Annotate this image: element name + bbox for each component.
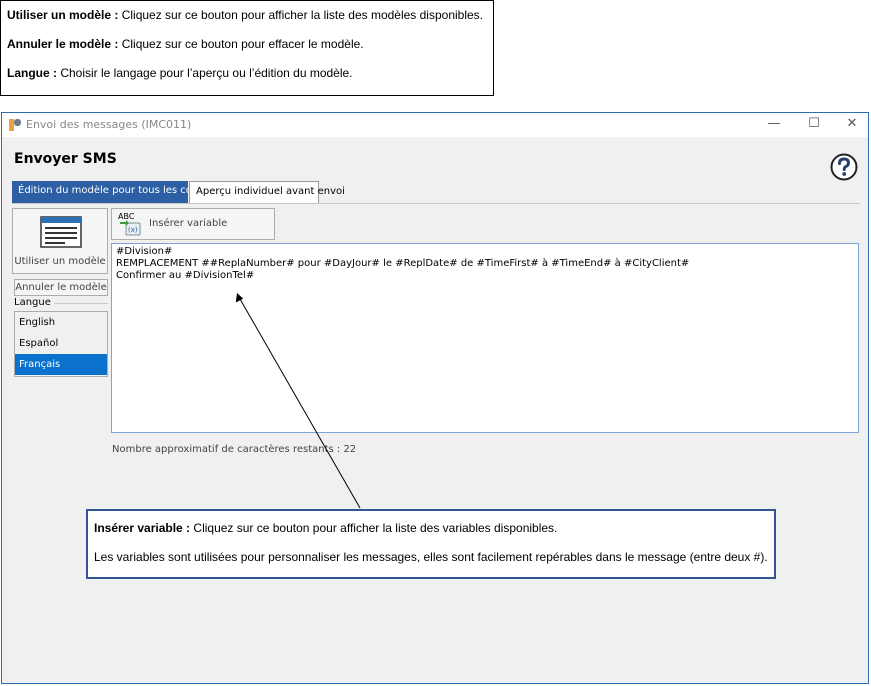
minimize-button[interactable]: —	[754, 113, 794, 137]
use-template-button[interactable]: Utiliser un modèle	[12, 208, 108, 274]
tab-divider	[12, 203, 860, 204]
page-title: Envoyer SMS	[14, 151, 117, 167]
help-question-icon[interactable]	[830, 153, 858, 181]
bottom-callout: Insérer variable : Cliquez sur ce bouton…	[86, 509, 776, 579]
tab-individual-preview[interactable]: Aperçu individuel avant envoi	[189, 181, 345, 203]
language-item-english[interactable]: English	[15, 312, 107, 333]
tab-template-edit[interactable]: Édition du modèle pour tous les contacts	[12, 181, 223, 203]
language-group-label: Langue	[14, 297, 54, 308]
callout-cancel-template: Annuler le modèle : Cliquez sur ce bouto…	[7, 37, 364, 51]
app-window: Envoi des messages (IMC011) — ☐ ✕ Envoye…	[1, 112, 869, 684]
close-button[interactable]: ✕	[832, 113, 868, 137]
insert-variable-label: Insérer variable	[149, 218, 228, 229]
remaining-characters-counter: Nombre approximatif de caractères restan…	[112, 444, 357, 455]
insert-icon-abc-text: ABC	[118, 212, 135, 221]
message-editor[interactable]: #Division# REMPLACEMENT ##ReplaNumber# p…	[111, 243, 859, 433]
window-title: Envoi des messages (IMC011)	[26, 118, 192, 131]
title-bar: Envoi des messages (IMC011) — ☐ ✕	[2, 113, 868, 137]
callout-use-template: Utiliser un modèle : Cliquez sur ce bout…	[7, 8, 484, 22]
insert-variable-icon: ABC (x)	[118, 212, 141, 236]
cancel-template-button[interactable]: Annuler le modèle	[14, 279, 108, 296]
maximize-button[interactable]: ☐	[794, 113, 834, 137]
language-item-francais[interactable]: Français	[15, 354, 107, 375]
callout-insert-variable: Insérer variable : Cliquez sur ce bouton…	[94, 521, 558, 535]
callout-variables-note: Les variables sont utilisées pour person…	[94, 550, 768, 564]
use-template-label: Utiliser un modèle	[14, 256, 106, 267]
callout-language: Langue : Choisir le langage pour l’aperç…	[7, 66, 353, 80]
insert-variable-button[interactable]: ABC (x) Insérer variable	[111, 208, 275, 240]
insert-icon-x-text: (x)	[128, 226, 138, 234]
language-list[interactable]: English Español Français	[14, 311, 108, 377]
top-callout: Utiliser un modèle : Cliquez sur ce bout…	[0, 0, 494, 96]
app-logo-icon	[9, 119, 21, 131]
template-document-icon	[40, 216, 82, 248]
language-item-espanol[interactable]: Español	[15, 333, 107, 354]
language-group-line	[46, 303, 108, 304]
